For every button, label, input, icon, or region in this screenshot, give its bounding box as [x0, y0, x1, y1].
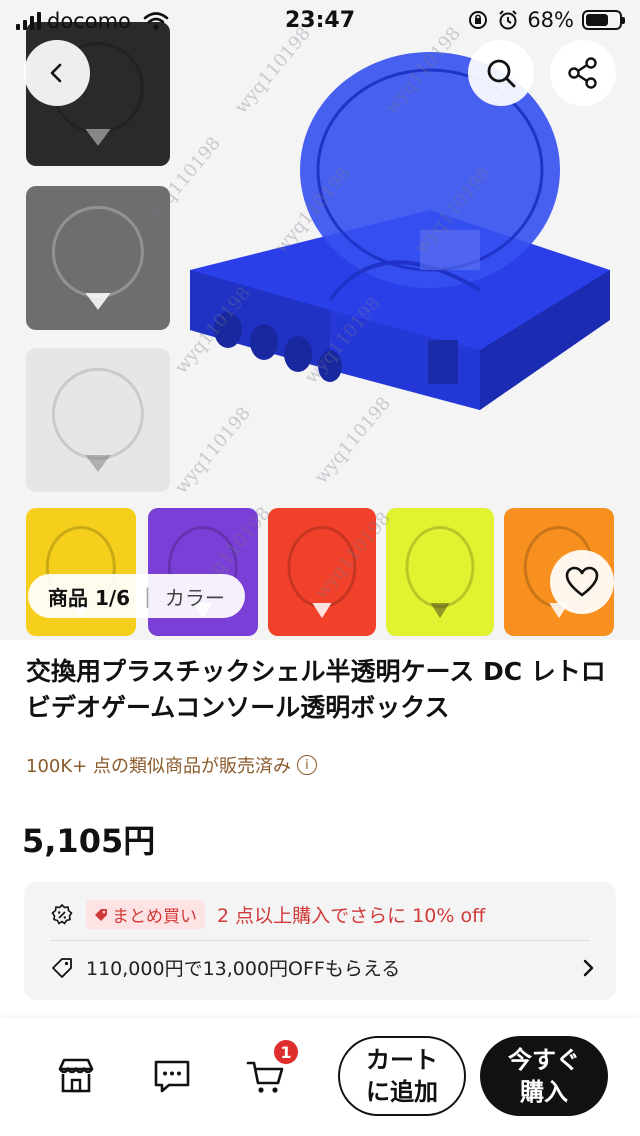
bulk-badge: まとめ買い: [86, 900, 205, 929]
promo-box: まとめ買い 2 点以上購入でさらに 10% off 110,000円で13,00…: [24, 882, 616, 1000]
chevron-left-icon: [50, 63, 62, 83]
divider: |: [144, 584, 151, 608]
coupon-tag-icon: [52, 957, 72, 978]
bulk-badge-label: まとめ買い: [112, 907, 197, 927]
chevron-right-icon: [583, 959, 594, 976]
store-icon: [58, 1058, 94, 1093]
product-title: 交換用プラスチックシェル半透明ケース DC レトロビデオゲームコンソール透明ボッ…: [26, 657, 606, 722]
status-bar: docomo 23:47 68%: [0, 0, 640, 40]
bulk-discount-row[interactable]: まとめ買い 2 点以上購入でさらに 10% off: [50, 900, 485, 929]
coupon-text: 110,000円で13,000円OFFもらえる: [86, 958, 401, 980]
image-clear-case: [26, 348, 170, 492]
divider: [50, 940, 590, 941]
share-button[interactable]: [550, 40, 616, 106]
store-button[interactable]: [54, 1054, 98, 1098]
image-counter-pill[interactable]: 商品 1/6 | カラー: [28, 574, 245, 618]
battery-percent: 68%: [527, 8, 574, 32]
sold-count[interactable]: 100K+ 点の類似商品が販売済み i: [26, 752, 317, 778]
sold-count-text: 100K+ 点の類似商品が販売済み: [26, 756, 291, 777]
chat-icon: [154, 1060, 190, 1093]
favorite-button[interactable]: [550, 550, 614, 614]
bulk-discount-text: 2 点以上購入でさらに 10% off: [217, 905, 486, 927]
cart-count-badge: 1: [272, 1038, 300, 1066]
search-button[interactable]: [468, 40, 534, 106]
image-lime-case: [386, 508, 494, 636]
battery-icon: [582, 10, 625, 30]
share-icon: [568, 57, 597, 89]
alarm-icon: [499, 10, 518, 30]
coupon-row[interactable]: 110,000円で13,000円OFFもらえる: [50, 954, 596, 981]
buy-now-button[interactable]: 今すぐ 購入: [480, 1036, 608, 1116]
back-button[interactable]: [24, 40, 90, 106]
info-icon[interactable]: i: [296, 755, 317, 775]
image-counter: 商品 1/6: [48, 585, 131, 610]
color-tab[interactable]: カラー: [165, 582, 225, 611]
image-red-case: [268, 508, 376, 636]
product-image-gallery[interactable]: wyq110198 wyq110198 wyq110198 wyq110198 …: [0, 0, 640, 640]
search-icon: [487, 59, 516, 88]
add-to-cart-button[interactable]: カート に追加: [338, 1036, 466, 1116]
heart-icon: [565, 566, 599, 597]
orientation-lock-icon: [469, 11, 488, 29]
discount-icon: [51, 903, 73, 925]
price: 5,105円: [22, 822, 156, 860]
tag-icon: [95, 908, 107, 921]
chat-button[interactable]: [150, 1054, 194, 1098]
